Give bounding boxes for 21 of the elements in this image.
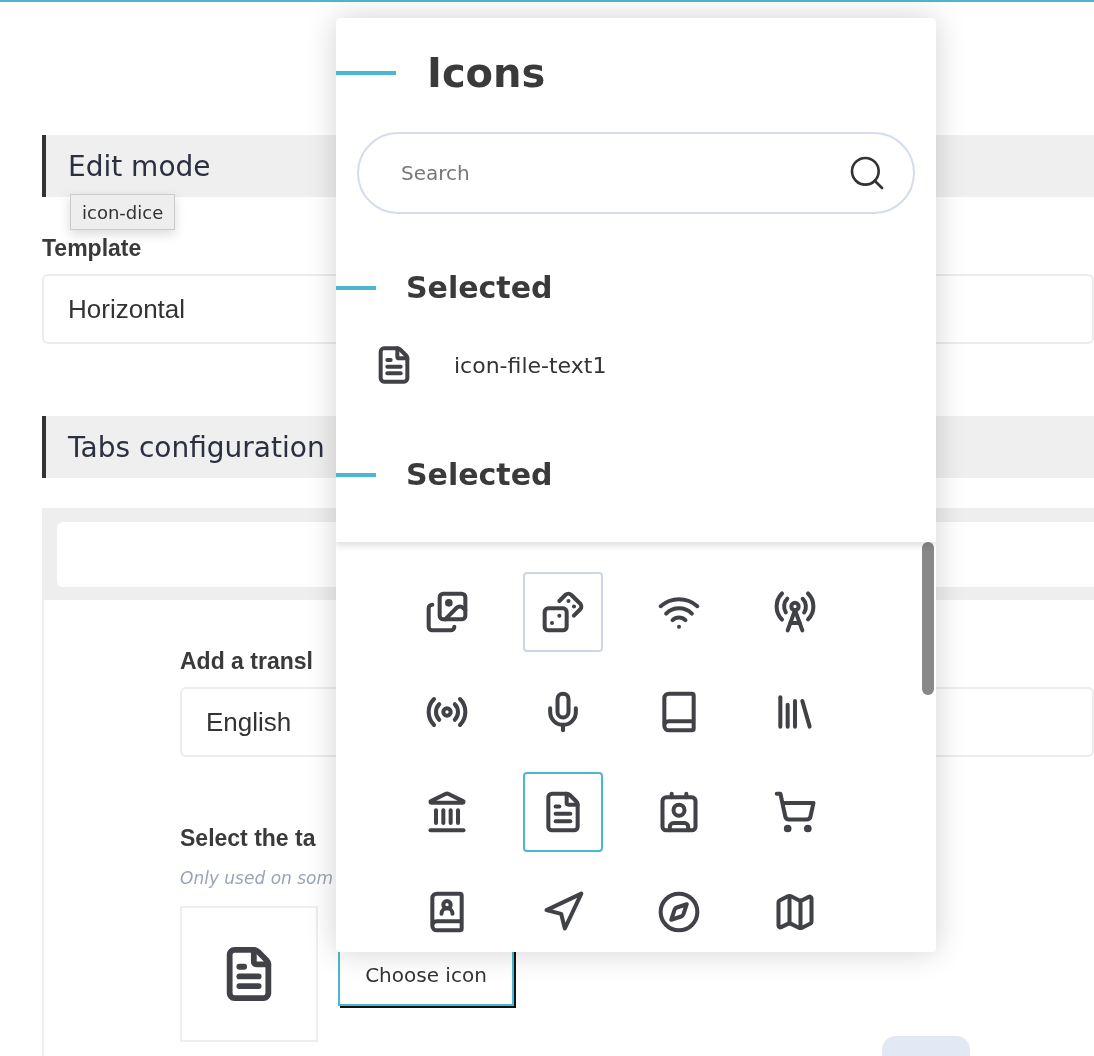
icon-option[interactable] [523,772,603,852]
scrollbar[interactable] [922,542,934,695]
section-title: Tabs configuration [68,430,325,464]
tooltip: icon-dice [70,194,176,230]
field-label: Select the ta [180,825,316,852]
section-title: Edit mode [68,149,211,183]
section-heading: Selected [406,457,553,492]
section-heading: Selected [406,270,553,305]
compass-icon [657,890,701,934]
hint-text: Only used on som [180,868,334,888]
selected-icon-name: icon-file-text1 [454,352,607,378]
field-label: Template [42,235,142,262]
icon-option[interactable] [523,572,603,652]
dice-icon [541,590,585,634]
popover-title: Icons [427,50,546,96]
cart-icon [773,790,817,834]
contact-card-icon [657,790,701,834]
antenna-icon [773,590,817,634]
search-bar[interactable]: Search [357,132,915,214]
field-label: Add a transl [180,648,313,675]
images-icon [425,590,469,634]
